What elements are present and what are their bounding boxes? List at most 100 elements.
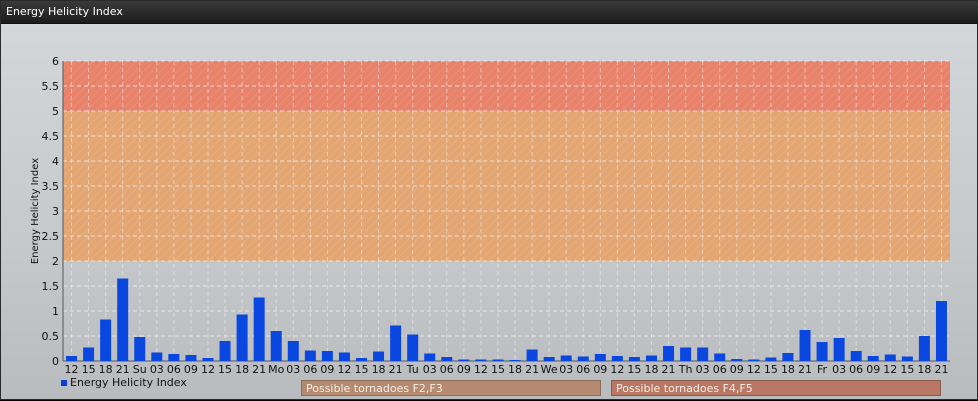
y-tick-label: 0: [52, 355, 59, 368]
bar: [356, 358, 368, 361]
x-tick-label: 09: [593, 363, 607, 376]
bar: [492, 359, 504, 361]
chart-window: Energy Helicity Index 0 0.5 1 1.5 2 2.5 3 3.5 4 4…: [0, 0, 978, 400]
x-tick-label: 06: [576, 363, 590, 376]
x-tick-label: 21: [252, 363, 266, 376]
x-tick-label: 09: [730, 363, 744, 376]
bar: [628, 357, 640, 361]
y-tick-label: 2: [52, 255, 59, 268]
x-tick-label: 15: [900, 363, 914, 376]
y-tick-label: 6: [52, 55, 59, 68]
x-tick-label: 12: [747, 363, 761, 376]
x-tick-label: Fr: [817, 363, 828, 376]
x-tick-label: 03: [150, 363, 164, 376]
bar: [253, 297, 265, 361]
bar: [765, 357, 777, 361]
x-tick-label: 15: [218, 363, 232, 376]
bar: [901, 356, 913, 361]
bar: [304, 350, 316, 361]
bar: [236, 314, 248, 361]
bar: [697, 347, 709, 361]
bar: [219, 341, 231, 361]
bar: [782, 353, 794, 361]
x-tick-label: 06: [849, 363, 863, 376]
x-tick-label: 12: [474, 363, 488, 376]
bar: [816, 342, 828, 361]
x-tick-label: 21: [662, 363, 676, 376]
x-tick-label: 15: [491, 363, 505, 376]
x-tick-label: 06: [167, 363, 181, 376]
x-tick-label: Th: [678, 363, 693, 376]
x-tick-label: 03: [559, 363, 573, 376]
x-tick-label: 21: [116, 363, 130, 376]
series-legend: Energy Helicity Index: [61, 376, 187, 389]
x-tick-label: 09: [184, 363, 198, 376]
bar: [407, 334, 419, 361]
bar: [390, 325, 402, 361]
bar: [321, 351, 333, 361]
x-tick-label: Mo: [268, 363, 284, 376]
bar: [680, 347, 692, 361]
x-tick-label: 12: [883, 363, 897, 376]
bar: [918, 336, 930, 361]
zone-legend-f4-f5: Possible tornadoes F4,F5: [611, 380, 941, 396]
x-tick-label: 18: [235, 363, 249, 376]
bar: [66, 356, 78, 361]
x-tick-label: 18: [99, 363, 113, 376]
x-tick-label: 15: [355, 363, 369, 376]
y-tick-labels: 0 0.5 1 1.5 2 2.5 3 3.5 4 4.5 5 5.5 6: [42, 55, 60, 368]
bar: [526, 349, 538, 361]
bar: [117, 278, 129, 361]
y-tick-label: 1.5: [42, 280, 60, 293]
x-tick-label: We: [541, 363, 558, 376]
y-tick-label: 3: [52, 205, 59, 218]
x-tick-label: 18: [644, 363, 658, 376]
bar: [202, 358, 214, 361]
x-tick-label: 12: [610, 363, 624, 376]
bar: [560, 355, 572, 361]
x-tick-label: 06: [713, 363, 727, 376]
x-tick-label: 03: [423, 363, 437, 376]
bar: [458, 359, 470, 361]
bar: [867, 356, 879, 361]
bar: [884, 354, 896, 361]
x-tick-labels: 12 15 18 21 Su 03 06 09 12 15 18 21 Mo 03 06 09 12 15 18 21…: [65, 363, 949, 376]
bar: [441, 357, 453, 361]
x-tick-label: 15: [764, 363, 778, 376]
series-legend-label: Energy Helicity Index: [70, 376, 187, 389]
bar: [185, 355, 197, 361]
bar: [168, 354, 180, 361]
bar: [509, 360, 521, 361]
y-axis-label: Energy Helicity Index: [30, 158, 41, 264]
y-tick-label: 5.5: [42, 80, 60, 93]
bar: [151, 352, 163, 361]
bar: [645, 355, 657, 361]
ehi-chart: 00.511.522.533.544.555.56 12 15 18 21 Su 03 06…: [30, 55, 950, 376]
bar: [83, 347, 95, 361]
x-tick-label: 21: [389, 363, 403, 376]
bar: [424, 353, 436, 361]
x-tick-label: 03: [832, 363, 846, 376]
x-tick-label: 18: [917, 363, 931, 376]
y-tick-label: 0.5: [42, 330, 60, 343]
bar: [577, 356, 589, 361]
x-tick-label: 03: [286, 363, 300, 376]
bar: [850, 351, 862, 361]
x-tick-label: 15: [82, 363, 96, 376]
x-tick-label: 03: [696, 363, 710, 376]
y-tick-label: 4.5: [42, 130, 60, 143]
bar: [748, 359, 760, 361]
bar: [935, 301, 947, 361]
x-tick-label: 12: [337, 363, 351, 376]
x-tick-label: 06: [440, 363, 454, 376]
bar: [338, 352, 350, 361]
y-tick-label: 5: [52, 105, 59, 118]
x-tick-label: Su: [133, 363, 147, 376]
x-tick-label: 09: [320, 363, 334, 376]
bar: [270, 331, 282, 361]
bar: [373, 351, 385, 361]
bar: [287, 341, 299, 361]
x-tick-label: 12: [201, 363, 215, 376]
bar: [663, 346, 675, 361]
x-tick-label: 12: [65, 363, 79, 376]
